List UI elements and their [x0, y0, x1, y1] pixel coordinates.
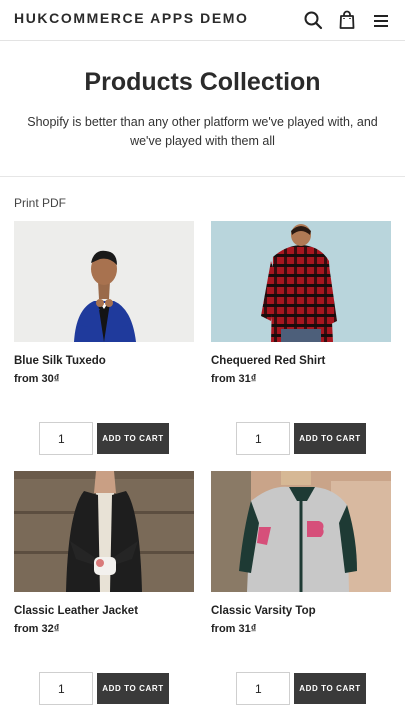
- quantity-input[interactable]: [236, 422, 290, 455]
- search-icon[interactable]: [302, 9, 324, 31]
- add-to-cart-button[interactable]: ADD TO CART: [294, 423, 366, 454]
- add-to-cart-button[interactable]: ADD TO CART: [97, 423, 169, 454]
- product-price: from 30₫: [14, 373, 60, 385]
- quantity-input[interactable]: [236, 672, 290, 705]
- product-image[interactable]: [14, 471, 194, 592]
- menu-icon[interactable]: [370, 9, 392, 31]
- cart-bag-icon[interactable]: [336, 9, 358, 31]
- add-to-cart-button[interactable]: ADD TO CART: [294, 673, 366, 704]
- site-header: HUKCOMMERCE APPS DEMO: [0, 0, 405, 41]
- product-image[interactable]: [211, 221, 391, 342]
- section-divider: [0, 176, 405, 177]
- product-image[interactable]: [14, 221, 194, 342]
- product-title[interactable]: Chequered Red Shirt: [211, 355, 325, 367]
- product-image[interactable]: [211, 471, 391, 592]
- product-title[interactable]: Blue Silk Tuxedo: [14, 355, 106, 367]
- print-pdf-link[interactable]: Print PDF: [14, 196, 66, 210]
- product-price: from 32₫: [14, 623, 60, 635]
- add-to-cart-button[interactable]: ADD TO CART: [97, 673, 169, 704]
- product-price: from 31₫: [211, 373, 257, 385]
- page-title: Products Collection: [84, 68, 321, 96]
- quantity-input[interactable]: [39, 672, 93, 705]
- product-title[interactable]: Classic Varsity Top: [211, 605, 316, 617]
- brand-logo-text[interactable]: HUKCOMMERCE APPS DEMO: [14, 10, 249, 26]
- quantity-input[interactable]: [39, 422, 93, 455]
- product-title[interactable]: Classic Leather Jacket: [14, 605, 138, 617]
- product-price: from 31₫: [211, 623, 257, 635]
- page-subtitle: Shopify is better than any other platfor…: [27, 115, 378, 148]
